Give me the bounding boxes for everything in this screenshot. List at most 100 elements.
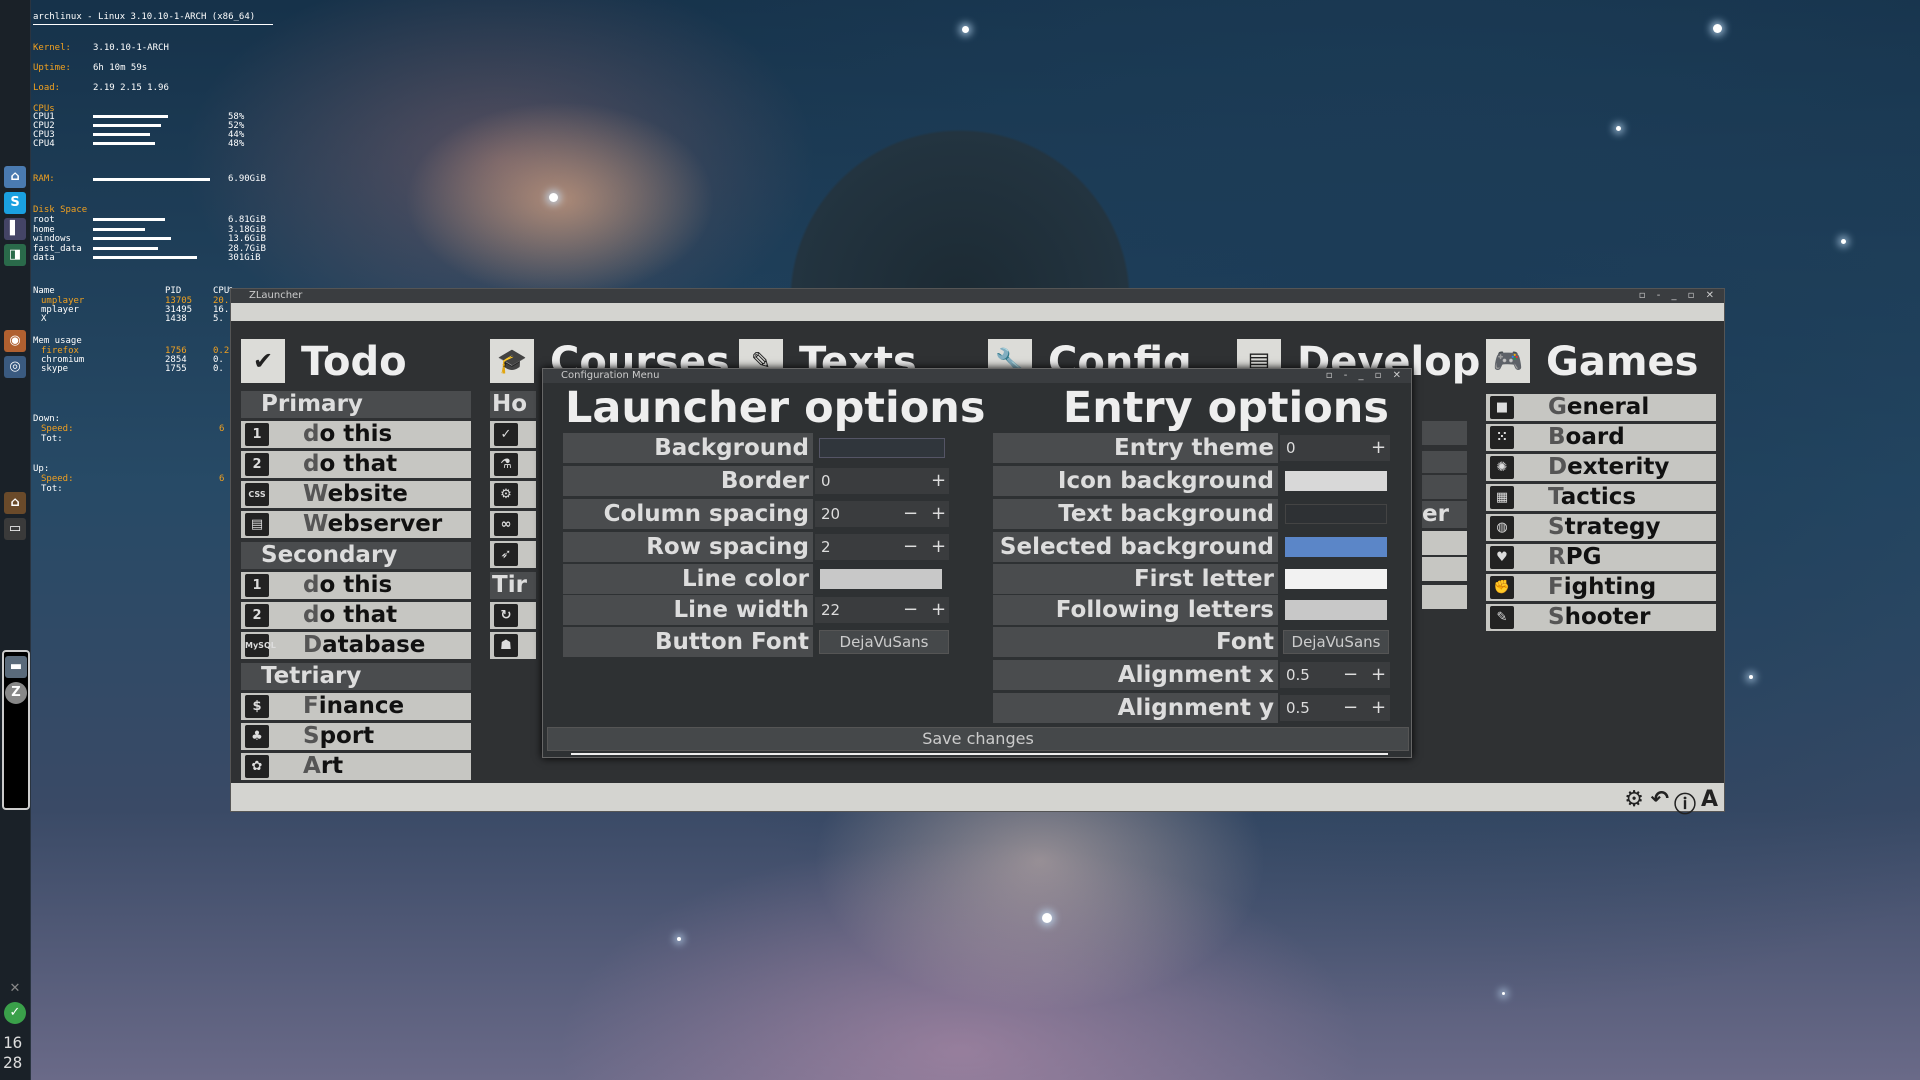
column-cell — [1422, 585, 1467, 609]
row-spacing-plus[interactable]: + — [931, 534, 946, 560]
border-input[interactable]: 0 — [815, 468, 949, 494]
info-icon[interactable]: ⓘ — [1674, 787, 1696, 819]
font-icon[interactable]: A — [1701, 787, 1718, 812]
launcher-titlebar[interactable]: ZLauncher ▫ ‑ _ ▫ ✕ — [231, 289, 1724, 303]
disk-name: windows — [33, 234, 71, 244]
launcher-entry[interactable]: ✎ Shooter — [1486, 604, 1716, 631]
line-width-plus[interactable]: + — [931, 597, 946, 623]
pin-icon[interactable]: ✕ — [4, 978, 26, 1000]
home-icon[interactable]: ⌂ — [4, 166, 26, 188]
launcher-entry[interactable]: ▦ Tactics — [1486, 484, 1716, 511]
launcher-entry[interactable]: 1 do this — [241, 572, 471, 599]
following-letters-swatch[interactable] — [1285, 600, 1387, 620]
undo-icon[interactable]: ↶ — [1651, 787, 1669, 812]
cpu-bar — [93, 115, 169, 118]
entry-icon: ▤ — [245, 513, 269, 536]
launcher-entry[interactable]: 2 do that — [241, 451, 471, 478]
button-font-picker[interactable]: DejaVuSans — [819, 630, 949, 654]
alignment-x-minus[interactable]: − — [1343, 662, 1358, 688]
launcher-entry[interactable]: ➶ — [490, 541, 536, 568]
disk-bar — [93, 256, 197, 259]
zlauncher-icon[interactable]: Z — [5, 682, 27, 704]
text-background-swatch[interactable] — [1285, 504, 1387, 524]
launcher-entry[interactable]: ◍ Strategy — [1486, 514, 1716, 541]
line-width-input[interactable]: 22 — [815, 597, 949, 623]
launcher-entry[interactable]: CSS Website — [241, 481, 471, 508]
launcher-entry[interactable]: ♣ Sport — [241, 723, 471, 750]
entry-icon: ♥ — [1490, 546, 1514, 569]
launcher-entry[interactable]: ✺ Dexterity — [1486, 454, 1716, 481]
desktop-icon[interactable]: ◨ — [4, 244, 26, 266]
launcher-options-title: Launcher options — [565, 383, 986, 433]
launcher-entry[interactable]: ☗ — [490, 632, 536, 659]
monitor-icon[interactable]: ▭ — [4, 518, 26, 540]
save-changes-button[interactable]: Save changes — [547, 727, 1409, 751]
opt-text-background-label: Text background — [993, 499, 1278, 529]
config-window-controls[interactable]: ▫ ‑ _ ▫ ✕ — [1326, 369, 1405, 383]
window-icon[interactable]: ▬ — [5, 656, 27, 678]
entry-rest: rt — [320, 753, 344, 779]
cpu-bar — [93, 142, 156, 145]
column-cell — [1422, 421, 1467, 445]
partial-entry[interactable]: er — [1422, 501, 1467, 528]
launcher-entry[interactable]: ✓ — [490, 421, 536, 448]
memory-cpu: 0. — [213, 364, 224, 374]
entry-icon: ☗ — [494, 634, 518, 657]
process-pid: 1438 — [165, 314, 187, 324]
launcher-entry[interactable]: ⁙ Board — [1486, 424, 1716, 451]
launcher-entry[interactable]: ✿ Art — [241, 753, 471, 780]
entry-rest: ebsite — [327, 481, 408, 507]
column-spacing-plus[interactable]: + — [931, 501, 946, 527]
launcher-entry[interactable]: $ Finance — [241, 693, 471, 720]
first-letter-swatch[interactable] — [1285, 569, 1387, 589]
launcher-entry[interactable]: ▤ Webserver — [241, 511, 471, 538]
alignment-x-plus[interactable]: + — [1371, 662, 1386, 688]
window-controls[interactable]: ▫ ‑ _ ▫ ✕ — [1639, 289, 1718, 303]
launcher-entry[interactable]: ■ General — [1486, 394, 1716, 421]
browser-icon[interactable]: ◉ — [4, 330, 26, 352]
line-color-swatch[interactable] — [820, 569, 942, 589]
launcher-entry[interactable]: MySQL Database — [241, 632, 471, 659]
row-spacing-input[interactable]: 2 — [815, 534, 949, 560]
icon-background-swatch[interactable] — [1285, 471, 1387, 491]
alignment-y-minus[interactable]: − — [1343, 695, 1358, 721]
launcher-entry[interactable]: ↻ — [490, 602, 536, 629]
memory-pid: 1755 — [165, 364, 187, 374]
entry-rest: o that — [319, 451, 398, 477]
alignment-y-plus[interactable]: + — [1371, 695, 1386, 721]
column-header[interactable]: 🎓 Courses — [490, 339, 730, 387]
column-cell — [1422, 557, 1467, 581]
entry-theme-plus[interactable]: + — [1371, 435, 1386, 461]
entry-first-letter: W — [303, 511, 328, 537]
entry-icon: ➶ — [494, 543, 518, 566]
section-header: Tir — [490, 572, 536, 599]
gear-icon[interactable]: ⚙ — [1624, 787, 1644, 812]
border-plus[interactable]: + — [931, 468, 946, 494]
config-titlebar[interactable]: Configuration Menu ▫ ‑ _ ▫ ✕ — [543, 369, 1411, 383]
column-spacing-input[interactable]: 20 — [815, 501, 949, 527]
launcher-entry[interactable]: ♥ RPG — [1486, 544, 1716, 571]
column-header[interactable]: 🎮 Games — [1486, 339, 1716, 387]
background-swatch[interactable] — [819, 438, 945, 458]
launcher-entry[interactable]: ∞ — [490, 511, 536, 538]
launcher-entry[interactable]: ✊ Fighting — [1486, 574, 1716, 601]
check-status-icon[interactable]: ✓ — [4, 1002, 26, 1024]
terminal-icon[interactable]: ▌ — [4, 218, 26, 240]
launcher-entry[interactable]: 2 do that — [241, 602, 471, 629]
line-width-minus[interactable]: − — [903, 597, 918, 623]
lock-icon[interactable]: ⌂ — [4, 492, 26, 514]
entry-rest: ighting — [1563, 574, 1657, 600]
launcher-entry[interactable]: 1 do this — [241, 421, 471, 448]
disk-label: Disk Space — [33, 205, 88, 215]
row-spacing-minus[interactable]: − — [903, 534, 918, 560]
skype-icon[interactable]: S — [4, 192, 26, 214]
launcher-entry[interactable]: ⚗ — [490, 451, 536, 478]
font-picker[interactable]: DejaVuSans — [1283, 630, 1389, 654]
memory-name: skype — [41, 364, 69, 374]
selected-background-swatch[interactable] — [1285, 537, 1387, 557]
network-icon[interactable]: ◎ — [4, 356, 26, 378]
launcher-entry[interactable]: ⚙ — [490, 481, 536, 508]
column-header[interactable]: ✔ Todo — [241, 339, 471, 387]
star — [1042, 913, 1052, 923]
column-spacing-minus[interactable]: − — [903, 501, 918, 527]
